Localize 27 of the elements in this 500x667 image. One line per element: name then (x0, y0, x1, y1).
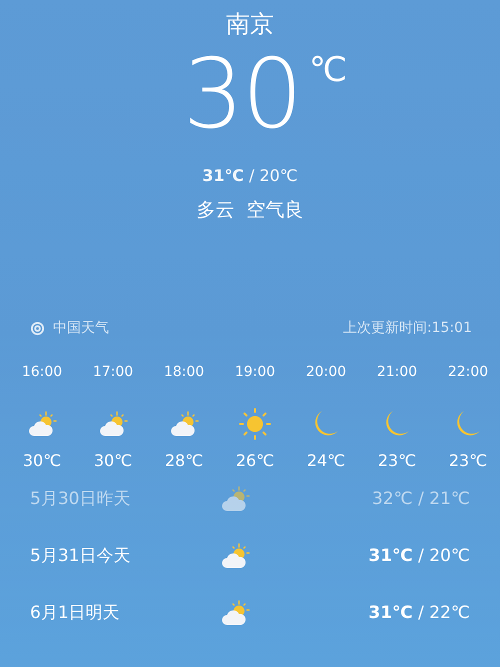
update-time: 上次更新时间:15:01 (342, 319, 472, 337)
current-temperature: 30 (182, 44, 301, 144)
hour-temperature: 24℃ (306, 451, 346, 470)
hour-time: 22:00 (448, 363, 488, 381)
weather-description: 多云 空气良 (196, 198, 304, 223)
hour-time: 20:00 (306, 363, 346, 381)
hour-time: 17:00 (92, 363, 134, 381)
day-temperature-range: 31℃ / 22℃ (368, 602, 470, 622)
hour-time: 16:00 (22, 363, 62, 381)
hour-time: 19:00 (234, 363, 276, 381)
city-name: 南京 (226, 9, 274, 40)
hour-temperature: 26℃ (236, 451, 274, 470)
hour-temperature: 28℃ (164, 451, 204, 470)
day-temperature-range: 31℃ / 20℃ (368, 546, 470, 566)
hour-temperature: 23℃ (378, 451, 416, 470)
day-temperature-range: 32℃ / 21℃ (372, 488, 470, 508)
hour-time: 21:00 (376, 363, 418, 381)
hour-temperature: 23℃ (448, 451, 488, 470)
temperature-unit: ℃ (308, 50, 348, 90)
day-date: 5月31日今天 (30, 545, 132, 567)
hour-time: 18:00 (164, 363, 204, 381)
temperature-range: 31℃ / 20℃ (202, 166, 298, 185)
source-name: 中国天气 (53, 319, 109, 337)
hour-temperature: 30℃ (94, 451, 132, 470)
day-date: 6月1日明天 (30, 602, 121, 624)
day-date: 5月30日昨天 (30, 488, 132, 510)
hour-temperature: 30℃ (22, 451, 62, 470)
